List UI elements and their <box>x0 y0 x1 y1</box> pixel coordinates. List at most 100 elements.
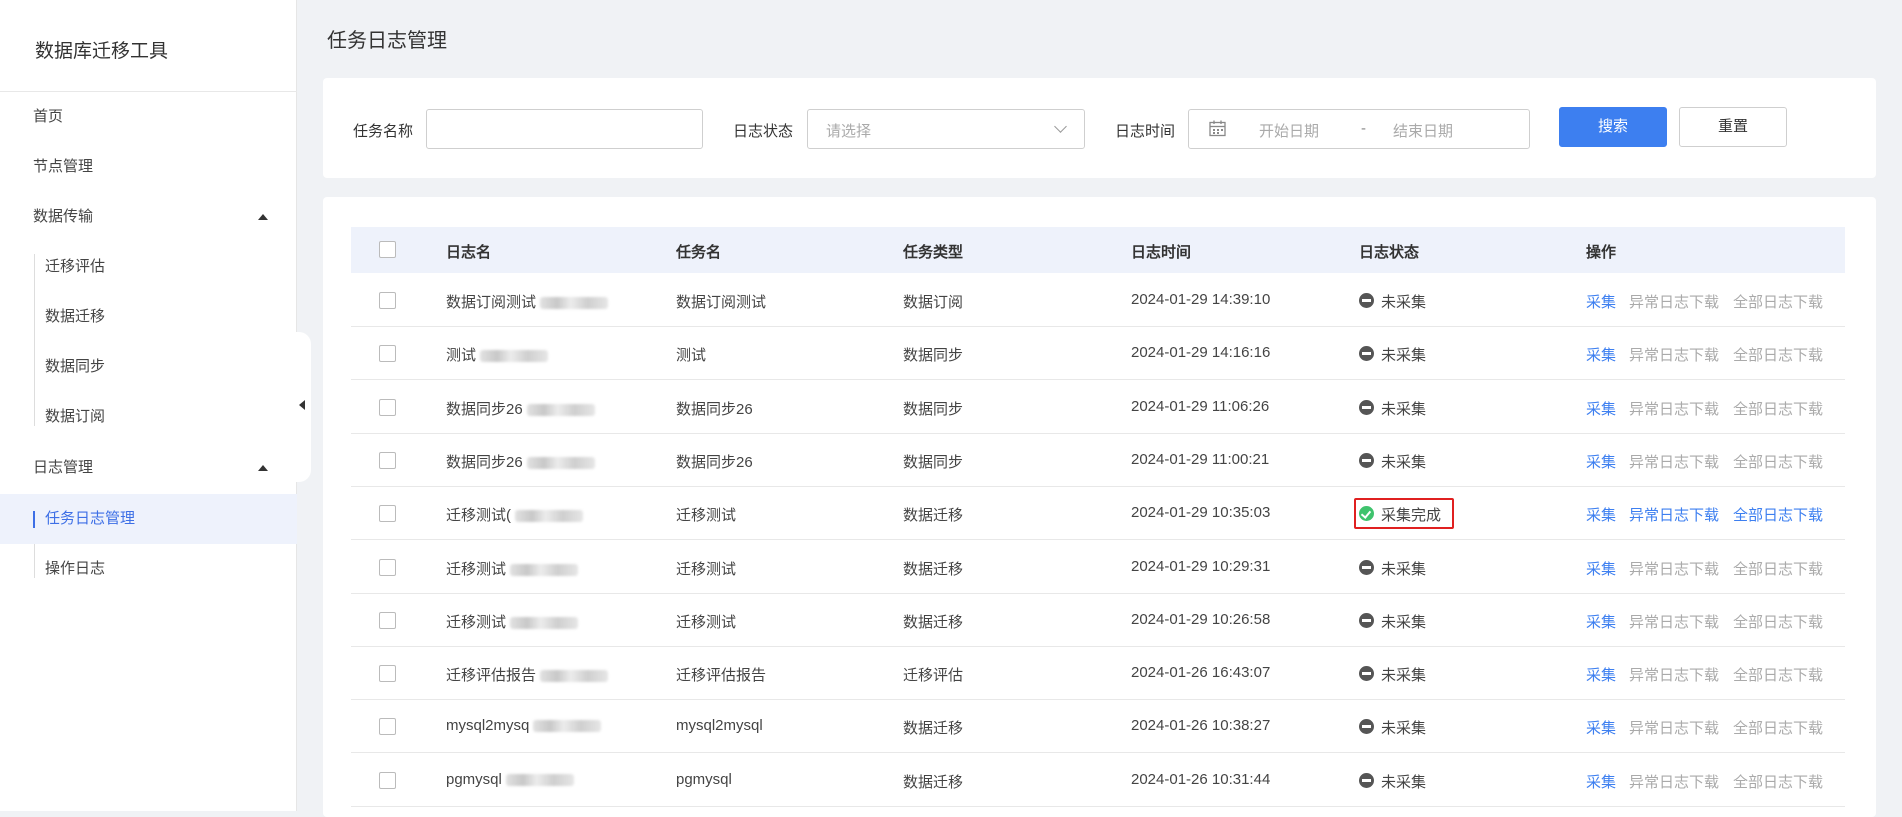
download-all-log-link[interactable]: 全部日志下载 <box>1733 504 1823 525</box>
cell-task-name: mysql2mysql <box>676 717 763 735</box>
minus-circle-icon <box>1359 666 1374 682</box>
row-checkbox[interactable] <box>379 345 396 363</box>
cell-task-type: 数据迁移 <box>903 560 964 578</box>
collect-link[interactable]: 采集 <box>1586 558 1616 579</box>
row-checkbox[interactable] <box>379 558 396 576</box>
collect-link[interactable]: 采集 <box>1586 664 1616 685</box>
row-checkbox[interactable] <box>379 398 396 416</box>
collect-link[interactable]: 采集 <box>1586 504 1616 525</box>
reset-button[interactable]: 重置 <box>1679 107 1787 147</box>
log-name-text: 测试 <box>446 347 477 365</box>
download-error-log-link[interactable]: 异常日志下载 <box>1629 717 1719 738</box>
log-name-text: 数据同步26 <box>446 400 523 418</box>
start-date-input[interactable]: 开始日期 <box>1259 120 1319 141</box>
select-all-checkbox[interactable] <box>379 241 396 258</box>
cell-task-name: 测试 <box>676 347 707 365</box>
download-error-log-link[interactable]: 异常日志下载 <box>1629 344 1719 365</box>
sidebar-collapse-button[interactable] <box>283 332 311 482</box>
download-all-log-link[interactable]: 全部日志下载 <box>1733 664 1823 685</box>
log-status-select[interactable]: 请选择 <box>807 109 1085 149</box>
download-all-log-link[interactable]: 全部日志下载 <box>1733 451 1823 472</box>
redacted-blur <box>526 456 595 469</box>
table-row: 迁移测试 迁移测试 数据迁移 2024-01-29 10:29:31 未采集 采集 异常日志… <box>351 541 1845 594</box>
sidebar-item-label: 首页 <box>33 108 64 125</box>
cell-log-time: 2024-01-26 10:38:27 <box>1131 717 1271 735</box>
date-range-picker[interactable]: 开始日期 - 结束日期 <box>1188 109 1530 149</box>
log-name-text: 迁移评估报告 <box>446 667 537 685</box>
download-error-log-link[interactable]: 异常日志下载 <box>1629 398 1719 419</box>
row-checkbox[interactable] <box>379 451 396 469</box>
download-all-log-link[interactable]: 全部日志下载 <box>1733 291 1823 312</box>
sidebar-item-data-sync[interactable]: 数据同步 <box>0 342 297 392</box>
collect-link[interactable]: 采集 <box>1586 398 1616 419</box>
end-date-input[interactable]: 结束日期 <box>1393 120 1453 141</box>
log-name-text: 迁移测试( <box>446 507 511 525</box>
download-error-log-link[interactable]: 异常日志下载 <box>1629 664 1719 685</box>
download-all-log-link[interactable]: 全部日志下载 <box>1733 344 1823 365</box>
download-error-log-link[interactable]: 异常日志下载 <box>1629 611 1719 632</box>
sidebar-item-label: 任务日志管理 <box>45 510 136 527</box>
collect-link[interactable]: 采集 <box>1586 611 1616 632</box>
row-checkbox[interactable] <box>379 718 396 736</box>
row-checkbox[interactable] <box>379 292 396 309</box>
cell-log-name: mysql2mysq <box>446 717 602 735</box>
download-all-log-link[interactable]: 全部日志下载 <box>1733 398 1823 419</box>
download-error-log-link[interactable]: 异常日志下载 <box>1629 451 1719 472</box>
row-checkbox[interactable] <box>379 771 396 789</box>
sidebar-item-task-log-management[interactable]: 任务日志管理 <box>0 494 297 544</box>
sidebar-item-node-management[interactable]: 节点管理 <box>0 142 297 192</box>
table-row: 数据同步26 数据同步26 数据同步 2024-01-29 11:00:21 未采集 采集… <box>351 434 1845 487</box>
cell-task-name: 数据订阅测试 <box>676 294 767 311</box>
download-all-log-link[interactable]: 全部日志下载 <box>1733 717 1823 738</box>
sidebar-item-label: 数据同步 <box>45 358 106 375</box>
collect-link[interactable]: 采集 <box>1586 344 1616 365</box>
sidebar-group-log-management[interactable]: 日志管理 <box>0 443 297 493</box>
sidebar-item-migration-assessment[interactable]: 迁移评估 <box>0 242 297 292</box>
download-error-log-link[interactable]: 异常日志下载 <box>1629 504 1719 525</box>
task-name-label: 任务名称 <box>353 123 414 140</box>
cell-task-type: 数据同步 <box>903 347 964 365</box>
cell-log-time: 2024-01-29 10:29:31 <box>1131 557 1271 575</box>
sidebar-item-data-migration[interactable]: 数据迁移 <box>0 292 297 342</box>
download-all-log-link[interactable]: 全部日志下载 <box>1733 611 1823 632</box>
active-indicator <box>33 511 35 528</box>
download-error-log-link[interactable]: 异常日志下载 <box>1629 771 1719 792</box>
row-checkbox[interactable] <box>379 611 396 629</box>
header-log-name: 日志名 <box>446 244 492 261</box>
status-text: 未采集 <box>1381 347 1427 365</box>
table-row: 测试 测试 数据同步 2024-01-29 14:16:16 未采集 采集 异常日志下载 全部… <box>351 327 1845 381</box>
row-checkbox[interactable] <box>379 505 396 523</box>
collect-link[interactable]: 采集 <box>1586 451 1616 472</box>
cell-log-time: 2024-01-26 10:31:44 <box>1131 770 1271 788</box>
download-all-log-link[interactable]: 全部日志下载 <box>1733 771 1823 792</box>
minus-circle-icon <box>1359 452 1374 468</box>
log-name-text: mysql2mysq <box>446 717 530 735</box>
log-name-text: 迁移测试 <box>446 560 507 578</box>
download-error-log-link[interactable]: 异常日志下载 <box>1629 291 1719 312</box>
collect-link[interactable]: 采集 <box>1586 771 1616 792</box>
row-checkbox[interactable] <box>379 665 396 683</box>
caret-up-icon <box>258 465 268 471</box>
download-error-log-link[interactable]: 异常日志下载 <box>1629 558 1719 579</box>
minus-circle-icon <box>1359 399 1374 415</box>
date-separator: - <box>1361 120 1366 137</box>
sidebar-item-data-subscription[interactable]: 数据订阅 <box>0 392 297 442</box>
cell-log-name: 数据同步26 <box>446 398 595 419</box>
cell-task-type: 迁移评估 <box>903 667 964 685</box>
sidebar-item-label: 数据订阅 <box>45 408 106 425</box>
minus-circle-icon <box>1359 559 1374 575</box>
cell-log-time: 2024-01-29 14:39:10 <box>1131 291 1271 308</box>
sidebar-group-data-transfer[interactable]: 数据传输 <box>0 192 297 242</box>
cell-task-name: 迁移评估报告 <box>676 667 767 685</box>
redacted-blur <box>505 773 574 786</box>
search-button[interactable]: 搜索 <box>1559 107 1667 147</box>
sidebar-item-home[interactable]: 首页 <box>0 92 297 142</box>
task-name-input[interactable] <box>426 109 703 149</box>
download-all-log-link[interactable]: 全部日志下载 <box>1733 558 1823 579</box>
collect-link[interactable]: 采集 <box>1586 717 1616 738</box>
cell-task-type: 数据迁移 <box>903 720 964 738</box>
collect-link[interactable]: 采集 <box>1586 291 1616 312</box>
sidebar-item-operation-log[interactable]: 操作日志 <box>0 544 297 594</box>
status-text: 未采集 <box>1381 453 1427 471</box>
cell-log-name: 数据同步26 <box>446 451 595 472</box>
